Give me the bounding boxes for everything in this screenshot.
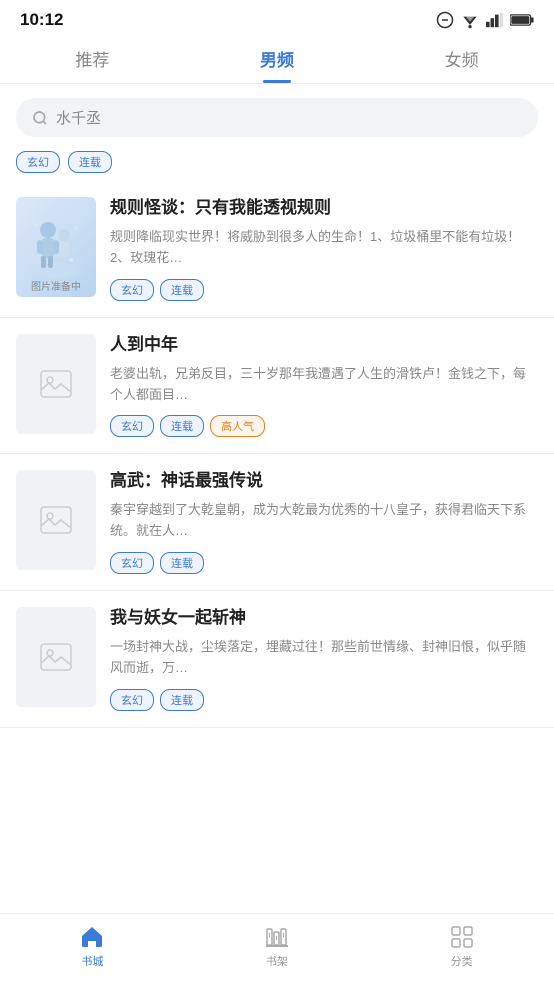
book-title: 高武：神话最强传说 xyxy=(110,470,538,492)
tab-nanpin[interactable]: 男频 xyxy=(185,46,370,83)
bottom-nav-fenlei[interactable]: 分类 xyxy=(432,924,492,969)
cover-placeholder xyxy=(40,643,72,671)
book-cover xyxy=(16,607,96,707)
bottom-nav-shucheng[interactable]: 书城 xyxy=(62,924,122,969)
book-desc: 一场封神大战，尘埃落定，埋藏过往！那些前世情缘、封神旧恨，似乎随风而逝，万… xyxy=(110,637,538,679)
tag-lianzai[interactable]: 连载 xyxy=(160,415,204,437)
minus-icon xyxy=(436,11,454,29)
tab-tuijian[interactable]: 推荐 xyxy=(0,46,185,83)
book-tags: 玄幻 连载 xyxy=(110,552,538,574)
grid-icon xyxy=(449,924,475,950)
book-title: 规则怪谈：只有我能透视规则 xyxy=(110,197,538,219)
bottom-nav: 书城 书架 分 xyxy=(0,913,554,985)
book-desc: 秦宇穿越到了大乾皇朝，成为大乾最为优秀的十八皇子，获得君临天下系统。就在人… xyxy=(110,500,538,542)
home-icon xyxy=(79,924,105,950)
book-cover xyxy=(16,470,96,570)
tag-xuanhuan-partial[interactable]: 玄幻 xyxy=(16,151,60,173)
top-nav: 推荐 男频 女频 xyxy=(0,36,554,84)
book-desc: 规则降临现实世界！将威胁到很多人的生命！1、垃圾桶里不能有垃圾！2、玫瑰花… xyxy=(110,227,538,269)
book-tags: 玄幻 连载 xyxy=(110,279,538,301)
book-info: 人到中年 老婆出轨，兄弟反目，三十岁那年我遭遇了人生的滑铁卢！金钱之下，每个人都… xyxy=(110,334,538,438)
search-icon xyxy=(32,110,48,126)
partial-tags-row: 玄幻 连载 xyxy=(0,151,554,181)
cover-placeholder xyxy=(40,506,72,534)
tag-popular[interactable]: 高人气 xyxy=(210,415,265,437)
book-cover: 图片准备中 xyxy=(16,197,96,297)
book-title: 我与妖女一起斩神 xyxy=(110,607,538,629)
status-icons xyxy=(436,11,534,29)
book-info: 我与妖女一起斩神 一场封神大战，尘埃落定，埋藏过往！那些前世情缘、封神旧恨，似乎… xyxy=(110,607,538,711)
wifi-icon xyxy=(460,11,480,29)
tag-lianzai[interactable]: 连载 xyxy=(160,279,204,301)
cover-illustration xyxy=(26,210,86,285)
book-item[interactable]: 高武：神话最强传说 秦宇穿越到了大乾皇朝，成为大乾最为优秀的十八皇子，获得君临天… xyxy=(0,454,554,591)
book-item[interactable]: 我与妖女一起斩神 一场封神大战，尘埃落定，埋藏过往！那些前世情缘、封神旧恨，似乎… xyxy=(0,591,554,728)
status-time: 10:12 xyxy=(20,10,63,30)
bottom-nav-label-shucheng: 书城 xyxy=(81,953,103,969)
signal-icon xyxy=(486,12,504,28)
tag-lianzai[interactable]: 连载 xyxy=(160,689,204,711)
search-bar[interactable]: 水千丞 xyxy=(16,98,538,137)
book-cover xyxy=(16,334,96,434)
battery-icon xyxy=(510,13,534,27)
tag-xuanhuan[interactable]: 玄幻 xyxy=(110,689,154,711)
image-placeholder-icon xyxy=(40,506,72,534)
bottom-nav-label-fenlei: 分类 xyxy=(451,953,473,969)
book-info: 规则怪谈：只有我能透视规则 规则降临现实世界！将威胁到很多人的生命！1、垃圾桶里… xyxy=(110,197,538,301)
cover-label: 图片准备中 xyxy=(16,278,96,293)
tab-nvpin[interactable]: 女频 xyxy=(369,46,554,83)
book-item[interactable]: 图片准备中 规则怪谈：只有我能透视规则 规则降临现实世界！将威胁到很多人的生命！… xyxy=(0,181,554,318)
tag-xuanhuan[interactable]: 玄幻 xyxy=(110,415,154,437)
bookshelf-icon xyxy=(264,924,290,950)
bottom-nav-shujia[interactable]: 书架 xyxy=(247,924,307,969)
book-tags: 玄幻 连载 xyxy=(110,689,538,711)
tag-lianzai-partial[interactable]: 连载 xyxy=(68,151,112,173)
tag-xuanhuan[interactable]: 玄幻 xyxy=(110,279,154,301)
book-info: 高武：神话最强传说 秦宇穿越到了大乾皇朝，成为大乾最为优秀的十八皇子，获得君临天… xyxy=(110,470,538,574)
book-item[interactable]: 人到中年 老婆出轨，兄弟反目，三十岁那年我遭遇了人生的滑铁卢！金钱之下，每个人都… xyxy=(0,318,554,455)
status-bar: 10:12 xyxy=(0,0,554,36)
book-tags: 玄幻 连载 高人气 xyxy=(110,415,538,437)
book-list: 图片准备中 规则怪谈：只有我能透视规则 规则降临现实世界！将威胁到很多人的生命！… xyxy=(0,181,554,728)
bottom-nav-label-shujia: 书架 xyxy=(266,953,288,969)
book-desc: 老婆出轨，兄弟反目，三十岁那年我遭遇了人生的滑铁卢！金钱之下，每个人都面目… xyxy=(110,364,538,406)
image-placeholder-icon xyxy=(40,643,72,671)
search-input-text: 水千丞 xyxy=(56,107,101,128)
image-placeholder-icon xyxy=(40,370,72,398)
tag-lianzai[interactable]: 连载 xyxy=(160,552,204,574)
tag-xuanhuan[interactable]: 玄幻 xyxy=(110,552,154,574)
cover-placeholder xyxy=(40,370,72,398)
book-title: 人到中年 xyxy=(110,334,538,356)
